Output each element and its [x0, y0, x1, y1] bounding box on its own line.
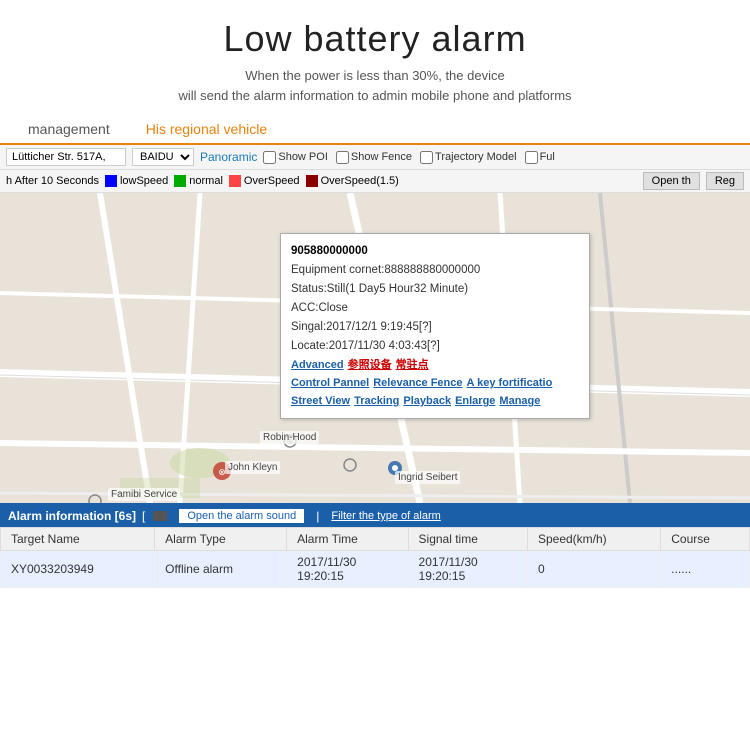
action-relevance-fence[interactable]: Relevance Fence	[373, 374, 462, 392]
overspeed-label: OverSpeed	[244, 175, 300, 187]
action-ref-device[interactable]: 参照设备	[348, 356, 392, 374]
nav-bar: management His regional vehicle	[0, 115, 750, 145]
alarm-table-body: XY0033203949 Offline alarm 2017/11/3019:…	[1, 551, 750, 588]
overspeed-dot	[229, 175, 241, 187]
alarm-header-row: Target Name Alarm Type Alarm Time Signal…	[1, 528, 750, 551]
alarm-filter-button[interactable]: Filter the type of alarm	[331, 510, 440, 522]
subtitle-line1: When the power is less than 30%, the dev…	[245, 68, 504, 83]
col-alarm-time: Alarm Time	[287, 528, 408, 551]
cell-target: XY0033203949	[1, 551, 155, 588]
map-label-ingrid: Ingrid Seibert	[395, 471, 460, 484]
alarm-panel: Alarm information [6s] [ Open the alarm …	[0, 503, 750, 588]
info-popup: 905880000000 Equipment cornet:8888888800…	[280, 233, 590, 419]
legend-lowspeed: lowSpeed	[105, 175, 168, 187]
trajectory-label[interactable]: Trajectory Model	[420, 151, 517, 164]
map-label-john-kleyn: John Kleyn	[225, 461, 280, 474]
col-alarm-type: Alarm Type	[155, 528, 287, 551]
map-toolbar: BAIDU Panoramic Show POI Show Fence Traj…	[0, 145, 750, 170]
table-row[interactable]: XY0033203949 Offline alarm 2017/11/3019:…	[1, 551, 750, 588]
map-container[interactable]: ⊕ ⊕ ⊗ KletterwaId Aachen Elektro Brensch…	[0, 193, 750, 503]
alarm-icon	[153, 511, 167, 521]
alarm-bracket-open: [	[142, 509, 145, 523]
legend-overspeed: OverSpeed	[229, 175, 300, 187]
normal-dot	[174, 175, 186, 187]
reg-button[interactable]: Reg	[706, 172, 744, 190]
popup-locate: Locate:2017/11/30 4:03:43[?]	[291, 337, 579, 356]
popup-acc: ACC:Close	[291, 299, 579, 318]
open-button[interactable]: Open th	[643, 172, 700, 190]
legend-overspeed15: OverSpeed(1.5)	[306, 175, 399, 187]
cell-speed: 0	[527, 551, 660, 588]
alarm-title: Alarm information [6s]	[8, 509, 136, 523]
map-provider-select[interactable]: BAIDU	[132, 148, 194, 166]
action-enlarge[interactable]: Enlarge	[455, 392, 495, 410]
cell-course: ......	[661, 551, 750, 588]
lowspeed-label: lowSpeed	[120, 175, 168, 187]
action-fortification[interactable]: A key fortificatio	[467, 374, 553, 392]
show-poi-checkbox[interactable]	[263, 151, 276, 164]
alarm-header: Alarm information [6s] [ Open the alarm …	[0, 505, 750, 527]
col-signal-time: Signal time	[408, 528, 527, 551]
full-label[interactable]: Ful	[525, 151, 555, 164]
page-title: Low battery alarm	[0, 18, 750, 60]
overspeed15-label: OverSpeed(1.5)	[321, 175, 399, 187]
checkbox-group: Show POI Show Fence Trajectory Model Ful	[263, 151, 554, 164]
show-fence-checkbox[interactable]	[336, 151, 349, 164]
action-advanced[interactable]: Advanced	[291, 356, 344, 374]
trajectory-checkbox[interactable]	[420, 151, 433, 164]
action-street-view[interactable]: Street View	[291, 392, 350, 410]
title-section: Low battery alarm When the power is less…	[0, 0, 750, 115]
popup-status: Status:Still(1 Day5 Hour32 Minute)	[291, 280, 579, 299]
cell-signal-time: 2017/11/3019:20:15	[408, 551, 527, 588]
action-playback[interactable]: Playback	[403, 392, 451, 410]
address-input[interactable]	[6, 148, 126, 166]
map-label-robin-hood: Robin-Hood	[260, 431, 319, 444]
action-resident[interactable]: 常驻点	[396, 356, 429, 374]
alarm-separator: |	[316, 509, 319, 523]
show-poi-label[interactable]: Show POI	[263, 151, 328, 164]
normal-label: normal	[189, 175, 223, 187]
col-speed: Speed(km/h)	[527, 528, 660, 551]
action-tracking[interactable]: Tracking	[354, 392, 399, 410]
show-fence-label[interactable]: Show Fence	[336, 151, 412, 164]
panoramic-link[interactable]: Panoramic	[200, 150, 257, 164]
popup-device-id: 905880000000	[291, 242, 579, 261]
subtitle: When the power is less than 30%, the dev…	[0, 66, 750, 105]
speed-toolbar: h After 10 Seconds lowSpeed normal OverS…	[0, 170, 750, 193]
alarm-table: Target Name Alarm Type Alarm Time Signal…	[0, 527, 750, 588]
alarm-table-header: Target Name Alarm Type Alarm Time Signal…	[1, 528, 750, 551]
popup-actions-row3: Street View Tracking Playback Enlarge Ma…	[291, 392, 579, 410]
popup-signal: Singal:2017/12/1 9:19:45[?]	[291, 318, 579, 337]
popup-equipment: Equipment cornet:888888880000000	[291, 261, 579, 280]
legend-normal: normal	[174, 175, 223, 187]
nav-regional-vehicle[interactable]: His regional vehicle	[128, 115, 285, 145]
action-control-panel[interactable]: Control Pannel	[291, 374, 369, 392]
subtitle-line2: will send the alarm information to admin…	[178, 88, 571, 103]
map-label-famibi: Famibi Service	[108, 488, 180, 501]
refresh-label: h After 10 Seconds	[6, 175, 99, 187]
alarm-sound-button[interactable]: Open the alarm sound	[179, 509, 304, 523]
col-course: Course	[661, 528, 750, 551]
col-target-name: Target Name	[1, 528, 155, 551]
nav-management[interactable]: management	[10, 115, 128, 143]
popup-actions-row1: Advanced 参照设备 常驻点	[291, 356, 579, 374]
popup-actions-row2: Control Pannel Relevance Fence A key for…	[291, 374, 579, 392]
lowspeed-dot	[105, 175, 117, 187]
cell-alarm-type: Offline alarm	[155, 551, 287, 588]
overspeed15-dot	[306, 175, 318, 187]
cell-alarm-time: 2017/11/3019:20:15	[287, 551, 408, 588]
full-checkbox[interactable]	[525, 151, 538, 164]
action-manage[interactable]: Manage	[499, 392, 540, 410]
